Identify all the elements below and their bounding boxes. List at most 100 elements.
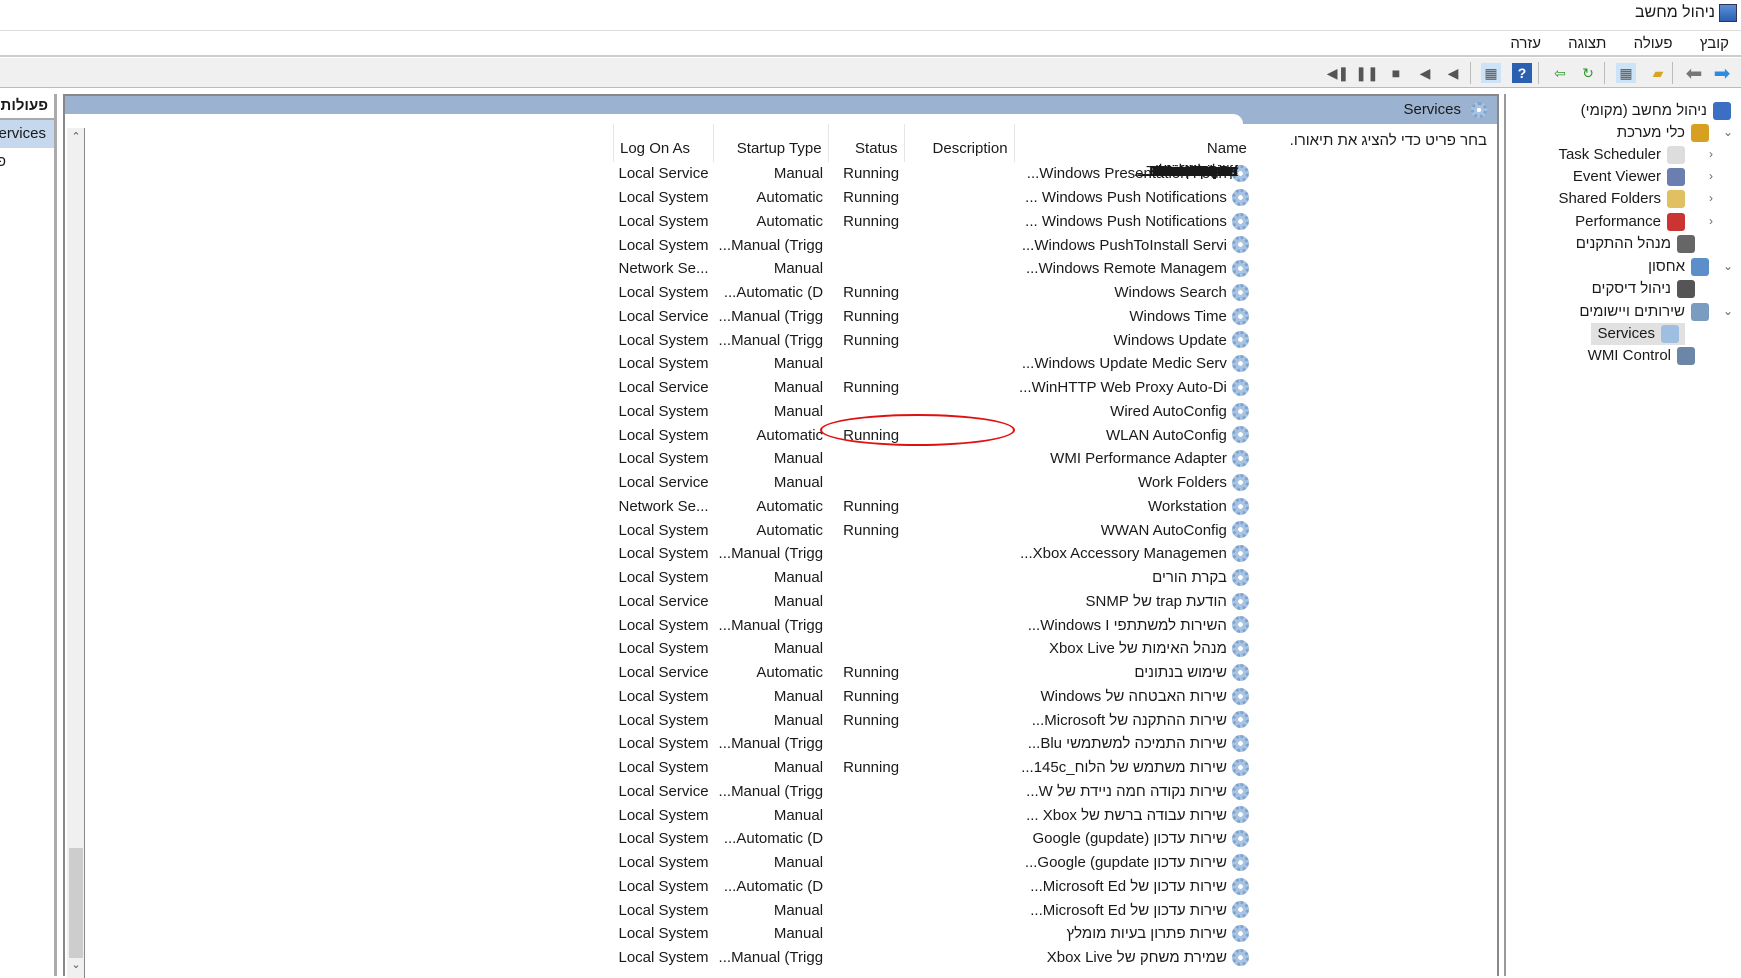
services-title: Services xyxy=(1403,101,1461,118)
table-row[interactable]: מנהל האימות של Xbox Live מספק שירותי... Ma… xyxy=(614,163,1253,661)
cell-text: WinHTTP Web Proxy Auto-Di... xyxy=(1019,379,1227,397)
table-row[interactable]: Windows Search Provides con... Running Auto… xyxy=(614,163,1253,305)
help-icon[interactable]: ? xyxy=(1512,63,1532,83)
cell-text: Local System xyxy=(618,450,709,468)
scroll-up-icon[interactable]: ⌃ xyxy=(67,130,85,148)
tree-item[interactable]: כלי מערכת xyxy=(1617,122,1709,144)
cell-text: Windows Update xyxy=(1113,331,1227,349)
table-row[interactable]: WWAN AutoConfig This service ... Running Au… xyxy=(614,163,1253,542)
cell-text: Manual (Trigg... xyxy=(718,331,824,349)
tree-item[interactable]: Task Scheduler xyxy=(1558,144,1685,166)
chevron-left-icon[interactable]: ‹ xyxy=(1709,191,1713,205)
table-row[interactable]: Windows Time Maintains da... Running Manual… xyxy=(614,163,1253,329)
table-row[interactable]: Windows Push Notifications ... שירות זה מ… xyxy=(614,163,1253,234)
pause-icon[interactable]: ❚❚ xyxy=(1355,63,1378,83)
tree-item[interactable]: אחסון xyxy=(1648,256,1709,278)
cell-text: Local System xyxy=(618,711,709,729)
tree-item[interactable]: ניהול מחשב (מקומי) xyxy=(1581,100,1731,122)
restart-icon[interactable]: ◀❚ xyxy=(1327,63,1350,83)
scroll-down-icon[interactable]: ⌄ xyxy=(67,958,85,976)
tree-item[interactable]: Shared Folders xyxy=(1558,188,1685,210)
forward-icon[interactable]: ➡ xyxy=(1712,63,1732,85)
cell-text: Running xyxy=(843,759,900,777)
scroll-thumb[interactable] xyxy=(69,848,83,958)
gear-icon xyxy=(1231,711,1249,729)
table-row[interactable]: הודעת trap של SNMP קבלת הודעות... Manual Lo… xyxy=(614,163,1253,614)
service-name: Windows Update Medic Serv... xyxy=(1014,352,1253,376)
menu-file[interactable]: קובץ xyxy=(1700,31,1729,57)
start-icon[interactable]: ◀ xyxy=(1443,63,1463,83)
chevron-down-icon[interactable]: ⌄ xyxy=(1723,259,1733,273)
chevron-down-icon[interactable]: ⌄ xyxy=(1723,125,1733,139)
table-row[interactable]: שימוש בנתונים שימוש בנתוני... Running Autom… xyxy=(614,163,1253,685)
service-startup-type: Manual xyxy=(714,376,829,400)
cell-text: Manual (Trigg... xyxy=(718,545,824,563)
table-row[interactable]: WLAN AutoConfig שירות WLAN... Running Autom… xyxy=(614,163,1253,447)
tree-item[interactable]: ניהול דיסקים xyxy=(1592,278,1695,300)
menu-view[interactable]: תצוגה xyxy=(1568,31,1606,57)
table-row[interactable]: שירות משתמש של הלוח_145c... שירות משתמ...… xyxy=(614,163,1253,780)
table-row[interactable]: Work Folders This service s... Manual Local… xyxy=(614,163,1253,495)
up-folder-icon[interactable]: ▰ xyxy=(1648,63,1668,83)
stop-icon[interactable]: ■ xyxy=(1386,63,1406,83)
menu-bar: קובץ פעולה תצוגה עזרה xyxy=(0,30,1741,57)
table-row[interactable]: שירות עדכון Google (gupdate... שומר שתוכנ… xyxy=(614,163,1253,875)
service-status xyxy=(828,542,904,566)
table-row[interactable]: שירות פתרון בעיות מומלץ מפעיל טיפול ... Ma… xyxy=(614,163,1253,946)
chevron-left-icon[interactable]: ‹ xyxy=(1709,214,1713,228)
show-hide-tree-icon[interactable]: ▦ xyxy=(1616,63,1636,83)
menu-action[interactable]: פעולה xyxy=(1634,31,1673,57)
table-row[interactable]: שירות עדכון של Microsoft Ed... שומר את הת… xyxy=(614,163,1253,922)
menu-help[interactable]: עזרה xyxy=(1510,31,1541,57)
tree-item[interactable]: מנהל ההתקנים xyxy=(1576,233,1695,255)
column-description[interactable]: Description xyxy=(903,124,1015,162)
show-action-pane-icon[interactable]: ▦ xyxy=(1481,63,1501,83)
table-row[interactable]: שירות עבודה ברשת של Xbox ... שירות זה תומ… xyxy=(614,163,1253,827)
table-row[interactable]: Windows PushToInstall Servi... Provides i… xyxy=(614,163,1253,257)
table-row[interactable]: WMI Performance Adapter Provides perf... M… xyxy=(614,163,1253,471)
tree-item[interactable]: Performance xyxy=(1575,211,1685,233)
tree-item-label: Performance xyxy=(1575,213,1661,230)
table-row[interactable]: שירות עדכון של Microsoft Ed... שומר את הת… xyxy=(614,163,1253,899)
tree-item[interactable]: Services xyxy=(1591,323,1685,345)
table-row[interactable]: Windows Update מתן אפשרות ... Running Manua… xyxy=(614,163,1253,352)
table-row[interactable]: השירות למשתתפי Windows I... מספק תמיכת...… xyxy=(614,163,1253,637)
table-row[interactable]: שירות עדכון Google (gupdate) שומר שתוכנ..… xyxy=(614,163,1253,851)
tree-item[interactable]: WMI Control xyxy=(1588,345,1695,367)
table-row[interactable]: Windows Push Notifications ... This servi… xyxy=(614,163,1253,210)
service-startup-type: Manual xyxy=(714,685,829,709)
table-row[interactable]: Workstation Creates and ... Running Automat… xyxy=(614,163,1253,519)
service-startup-type: Manual xyxy=(714,590,829,614)
vertical-scrollbar[interactable]: ⌃ ⌄ xyxy=(67,128,85,978)
table-row[interactable]: שמירת משחק של Xbox Live שירות זה מסנ... Ma… xyxy=(614,163,1253,970)
chevron-down-icon[interactable]: ⌄ xyxy=(1723,304,1733,318)
column-startup-type[interactable]: Startup Type xyxy=(713,124,829,162)
column-name[interactable]: Name xyxy=(1013,124,1253,162)
actions-item-more[interactable]: פעולות נוספות xyxy=(0,148,54,176)
table-row[interactable]: שירות ההתקנה של Microsoft... מספק תשתי...… xyxy=(614,163,1253,732)
service-log-on-as: Local Service xyxy=(614,471,714,495)
refresh-icon[interactable]: ↻ xyxy=(1578,63,1598,83)
chevron-left-icon[interactable]: ‹ xyxy=(1709,147,1713,161)
actions-item-services[interactable]: Services xyxy=(0,120,54,148)
back-icon[interactable]: ⬅ xyxy=(1684,63,1704,85)
table-row[interactable]: Windows Remote Managem... Windows Re... Ma… xyxy=(614,163,1253,281)
service-startup-type: Manual xyxy=(714,898,829,922)
table-row[interactable]: Xbox Accessory Managemen... This service … xyxy=(614,163,1253,566)
table-row[interactable]: Wired AutoConfig שירות Wired ... Manual Loc… xyxy=(614,163,1253,424)
export-list-icon[interactable]: ⇦ xyxy=(1550,63,1570,83)
start-alt-icon[interactable]: ◀ xyxy=(1415,63,1435,83)
table-row[interactable]: שירות נקודה חמה ניידת של W... השירות מספ.… xyxy=(614,163,1253,804)
column-status[interactable]: Status xyxy=(827,124,905,162)
table-row[interactable]: שירות התמיכה למשתמשי Blu... השירות למש...… xyxy=(614,163,1253,756)
table-row[interactable]: Windows Update Medic Serv... Enables rem.… xyxy=(614,163,1253,376)
table-row[interactable]: בקרת הורים אוכף בקרת ה... Manual Local Syst… xyxy=(614,163,1253,590)
tree-item[interactable]: Event Viewer xyxy=(1573,166,1685,188)
chevron-left-icon[interactable]: ‹ xyxy=(1709,169,1713,183)
table-row[interactable]: WinHTTP Web Proxy Auto-Di... WinHTTP im..… xyxy=(614,163,1253,400)
column-log-on-as[interactable]: Log On As xyxy=(612,124,714,162)
service-name: שירות התמיכה למשתמשי Blu... xyxy=(1014,732,1253,756)
cell-text: שירות נקודה חמה ניידת של W... xyxy=(1026,782,1227,800)
tree-item[interactable]: שירותים ויישומים xyxy=(1579,301,1709,323)
table-row[interactable]: שירות האבטחה של Windows שירות האבט... Runn… xyxy=(614,163,1253,709)
